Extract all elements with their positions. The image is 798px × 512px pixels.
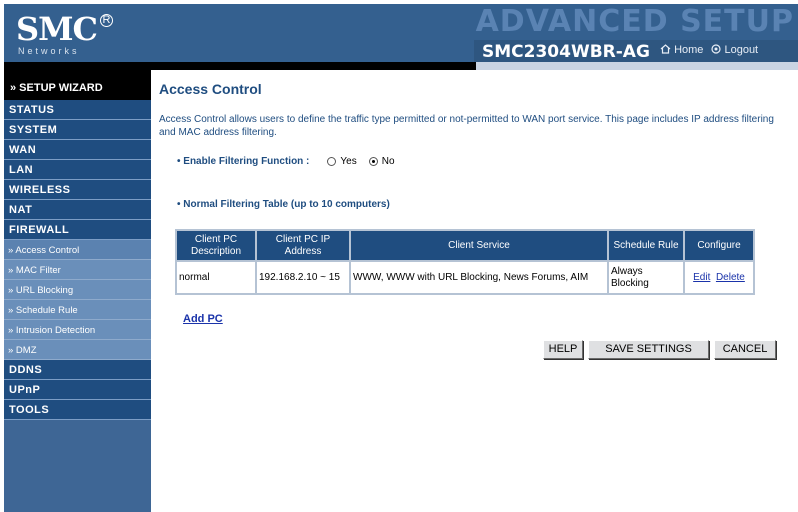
registered-mark: R xyxy=(100,14,113,27)
sidebar-subitem-intrusion-detection[interactable]: » Intrusion Detection xyxy=(4,320,151,340)
filter-no-radio[interactable] xyxy=(368,157,378,166)
sidebar-subitem-mac-filter[interactable]: » MAC Filter xyxy=(4,260,151,280)
sidebar-subitem-url-blocking[interactable]: » URL Blocking xyxy=(4,280,151,300)
sidebar: » SETUP WIZARD STATUS SYSTEM WAN LAN WIR… xyxy=(4,70,151,512)
smc-logo: SMC R Networks xyxy=(8,8,113,60)
sidebar-item-ddns[interactable]: DDNS xyxy=(4,360,151,380)
cancel-button[interactable]: CANCEL xyxy=(714,340,776,359)
sidebar-item-firewall[interactable]: FIREWALL xyxy=(4,220,151,240)
home-icon xyxy=(660,44,671,54)
advanced-setup-banner: ADVANCED SETUP xyxy=(475,4,794,39)
filter-yes-label: Yes xyxy=(340,156,357,167)
logo-networks: Networks xyxy=(18,46,80,56)
sidebar-item-upnp[interactable]: UPnP xyxy=(4,380,151,400)
page-description: Access Control allows users to define th… xyxy=(159,114,774,138)
cell-configure: Edit Delete xyxy=(683,260,755,295)
model-name: SMC2304WBR-AG xyxy=(482,42,650,62)
table-row: normal 192.168.2.10 ~ 15 WWW, WWW with U… xyxy=(175,260,755,295)
sidebar-item-tools[interactable]: TOOLS xyxy=(4,400,151,420)
cell-description: normal xyxy=(175,260,257,295)
cell-schedule: Always Blocking xyxy=(607,260,685,295)
home-label: Home xyxy=(674,44,704,56)
sidebar-item-system[interactable]: SYSTEM xyxy=(4,120,151,140)
header: SMC R Networks ADVANCED SETUP SMC2304WBR… xyxy=(4,4,798,62)
col-header-schedule: Schedule Rule xyxy=(607,229,685,262)
header-divider-gray xyxy=(476,62,798,70)
sidebar-subitem-dmz[interactable]: » DMZ xyxy=(4,340,151,360)
col-header-service: Client Service xyxy=(349,229,609,262)
cell-service: WWW, WWW with URL Blocking, News Forums,… xyxy=(349,260,609,295)
filter-no-label: No xyxy=(381,156,395,167)
col-header-ip: Client PC IP Address xyxy=(255,229,351,262)
add-pc-link[interactable]: Add PC xyxy=(183,313,223,325)
save-settings-button[interactable]: SAVE SETTINGS xyxy=(588,340,709,359)
home-link[interactable]: Home xyxy=(660,44,703,56)
top-links: Home Logout xyxy=(660,44,758,56)
logout-icon xyxy=(711,44,722,54)
sidebar-item-lan[interactable]: LAN xyxy=(4,160,151,180)
table-header-row: Client PC Description Client PC IP Addre… xyxy=(175,229,755,262)
sidebar-item-nat[interactable]: NAT xyxy=(4,200,151,220)
logout-label: Logout xyxy=(724,44,759,56)
sidebar-subitem-schedule-rule[interactable]: » Schedule Rule xyxy=(4,300,151,320)
sidebar-item-wireless[interactable]: WIRELESS xyxy=(4,180,151,200)
enable-filtering-row: • Enable Filtering Function : Yes No xyxy=(177,156,407,167)
main-content: Access Control Access Control allows use… xyxy=(151,70,798,512)
col-header-configure: Configure xyxy=(683,229,755,262)
col-header-description: Client PC Description xyxy=(175,229,257,262)
enable-filtering-label: • Enable Filtering Function : xyxy=(177,156,310,167)
edit-link[interactable]: Edit xyxy=(693,272,710,283)
filtering-table-title: • Normal Filtering Table (up to 10 compu… xyxy=(177,199,390,210)
sidebar-subitem-access-control[interactable]: » Access Control xyxy=(4,240,151,260)
delete-link[interactable]: Delete xyxy=(716,272,745,283)
help-button[interactable]: HELP xyxy=(543,340,583,359)
filter-yes-radio[interactable] xyxy=(327,157,337,166)
filtering-table: Client PC Description Client PC IP Addre… xyxy=(175,229,755,295)
model-bar: SMC2304WBR-AG Home Logout xyxy=(474,40,798,62)
page-title: Access Control xyxy=(159,81,262,97)
logo-text: SMC xyxy=(16,10,98,48)
sidebar-item-status[interactable]: STATUS xyxy=(4,100,151,120)
logout-link[interactable]: Logout xyxy=(711,44,758,56)
cell-ip: 192.168.2.10 ~ 15 xyxy=(255,260,351,295)
sidebar-item-setup-wizard[interactable]: » SETUP WIZARD xyxy=(4,70,151,100)
header-divider-black xyxy=(4,62,476,70)
sidebar-item-wan[interactable]: WAN xyxy=(4,140,151,160)
